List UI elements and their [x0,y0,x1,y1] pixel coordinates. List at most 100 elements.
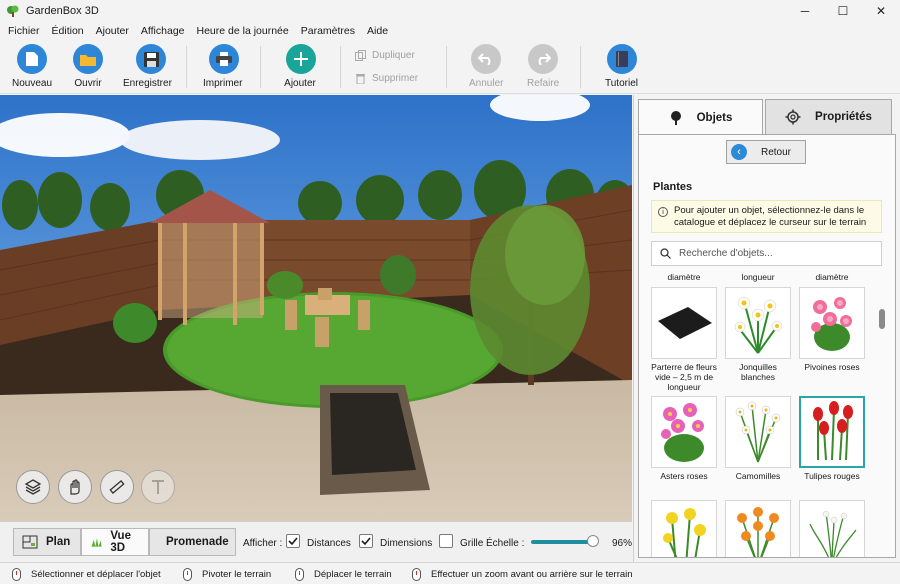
status-hint-move-text: Déplacer le terrain [314,569,392,580]
item-caption: diamètre [667,272,701,282]
catalog-item-yellow-flowers[interactable] [651,500,717,557]
item-caption: Jonquilles blanches [739,362,777,382]
tab-properties-label: Propriétés [815,111,872,123]
menu-file[interactable]: Fichier [8,25,40,37]
menu-bar: Fichier Édition Ajouter Affichage Heure … [0,22,900,40]
grid-checkbox[interactable] [439,534,453,548]
print-button[interactable]: Imprimer [203,44,242,89]
catalog-item-orange-lilies[interactable] [725,500,791,557]
text-icon [152,480,164,494]
add-label: Ajouter [284,78,316,89]
back-button[interactable]: ‹ Retour [726,140,806,164]
tab-plan[interactable]: Plan [13,528,81,556]
scale-slider-thumb[interactable] [587,535,599,547]
status-bar: Sélectionner et déplacer l'objet Pivoter… [0,562,900,584]
menu-edit[interactable]: Édition [52,25,84,37]
measure-tool-button[interactable] [100,470,134,504]
status-hint-rotate-text: Pivoter le terrain [202,569,272,580]
toolbar-divider [186,46,187,88]
layers-tool-button[interactable] [16,470,50,504]
delete-label: Supprimer [372,73,419,84]
tab-objects[interactable]: Objets [638,99,763,135]
pan-hand-tool-button[interactable] [58,470,92,504]
tulip-icon [813,401,853,461]
mouse-wheel-icon [412,568,421,581]
search-input[interactable] [679,248,869,259]
hand-icon [70,479,80,495]
item-thumbnail [651,396,717,468]
floppy-disk-icon [136,44,167,74]
new-label: Nouveau [12,78,53,89]
item-caption: Tulipes rouges [804,471,860,481]
undo-icon [471,44,502,74]
tree-icon [670,110,681,125]
search-box[interactable] [651,241,882,266]
status-hint-zoom: Effectuer un zoom avant ou arrière sur l… [412,568,633,581]
book-icon [606,44,637,74]
save-label: Enregistrer [123,78,172,89]
duplicate-button[interactable]: Dupliquer [355,50,415,61]
checkmark-icon [288,537,298,546]
scale-label: Échelle : [486,538,525,549]
tab-3d-view[interactable]: Vue 3D [81,528,149,556]
catalog-item-pink-peonies[interactable]: Pivoines roses [799,287,865,372]
right-panel: Objets Propriétés ‹ Retour Plantes i Pou… [633,95,900,562]
add-button[interactable]: Ajouter [284,44,316,89]
dimensions-label: Dimensions [380,538,433,549]
garden-3d-viewport[interactable] [0,95,632,521]
undo-label: Annuler [469,78,504,89]
status-hint-select-text: Sélectionner et déplacer l'objet [31,569,161,580]
item-thumbnail [799,500,865,557]
menu-view[interactable]: Affichage [141,25,185,37]
item-thumbnail [725,287,791,359]
dimensions-checkbox[interactable] [359,534,373,548]
close-icon[interactable]: ✕ [862,0,900,22]
catalog-item-white-daffodils[interactable]: Jonquilles blanches [725,287,791,382]
info-box: i Pour ajouter un objet, sélectionnez-le… [651,200,882,233]
new-button[interactable]: Nouveau [12,44,52,89]
maximize-icon[interactable]: ☐ [824,0,862,22]
tab-3d-view-label: Vue 3D [110,530,131,554]
menu-help[interactable]: Aide [367,25,388,37]
catalog-item-white-grass[interactable] [799,500,865,557]
redo-button[interactable]: Refaire [527,44,559,89]
item-caption: Camomilles [735,471,781,481]
catalog-scrollbar[interactable] [876,285,888,555]
catalog-item-chamomiles[interactable]: Camomilles [725,396,791,481]
toolbar: Nouveau Ouvrir Enregistrer Imprimer Ajou… [0,40,900,94]
mouse-left-click-icon [12,568,21,581]
item-caption: Parterre de fleurs vide – 2,5 m de longu… [651,362,717,392]
search-icon [660,248,671,259]
toolbar-divider [446,46,447,88]
menu-add[interactable]: Ajouter [96,25,129,37]
catalog-item-empty-flowerbed[interactable]: Parterre de fleurs vide – 2,5 m de longu… [651,287,717,392]
toolbar-divider [340,46,341,88]
delete-button[interactable]: Supprimer [355,73,418,84]
back-label: Retour [761,146,792,158]
catalog-item-pink-asters[interactable]: Asters roses [651,396,717,481]
item-thumbnail [651,500,717,557]
tutorial-button[interactable]: Tutoriel [605,44,638,89]
scroll-thumb[interactable] [879,309,885,329]
distances-label: Distances [307,538,351,549]
yellow-flower-icon [663,508,706,557]
save-button[interactable]: Enregistrer [123,44,172,89]
minimize-icon[interactable]: ─ [786,0,824,22]
item-thumbnail [725,396,791,468]
menu-settings[interactable]: Paramètres [301,25,355,37]
grass-icon [809,510,857,557]
text-tool-button[interactable] [141,470,175,504]
tab-properties[interactable]: Propriétés [765,99,892,135]
toolbar-divider [580,46,581,88]
distances-checkbox[interactable] [286,534,300,548]
item-thumbnail [725,500,791,557]
open-button[interactable]: Ouvrir [73,44,103,89]
tab-walk[interactable]: Promenade [149,528,236,556]
catalog-item-red-tulips[interactable]: Tulipes rouges [799,396,865,481]
tab-walk-label: Promenade [166,536,229,548]
aster-icon [661,403,704,462]
item-caption: diamètre [815,272,849,282]
undo-button[interactable]: Annuler [469,44,503,89]
menu-time-of-day[interactable]: Heure de la journée [197,25,289,37]
gear-icon [785,109,801,125]
